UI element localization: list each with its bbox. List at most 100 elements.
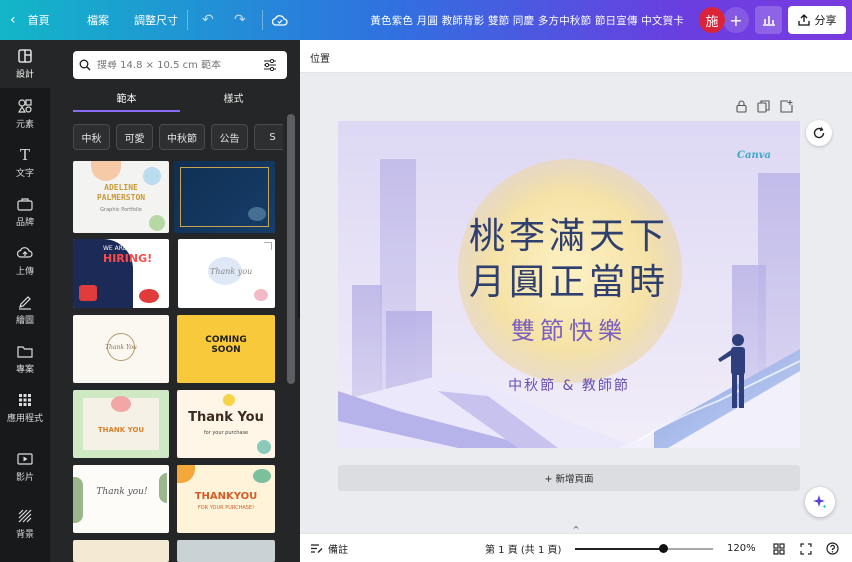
template-thumbnail[interactable]: THANK YOU: [73, 390, 169, 458]
video-icon: [17, 451, 33, 467]
headline-line-2: 月圓正當時: [468, 262, 669, 303]
search-input[interactable]: [97, 59, 257, 71]
template-thumbnail[interactable]: Thank you: [178, 239, 275, 308]
sparkle-icon: [813, 495, 827, 509]
share-upload-icon: [797, 14, 810, 26]
notes-label: 備註: [328, 545, 348, 556]
rail-label: 應用程式: [6, 414, 43, 424]
template-thumbnail[interactable]: [177, 540, 275, 562]
rail-label: 影片: [15, 473, 34, 483]
thumb-thank-you-circle: Thank You: [105, 344, 137, 351]
rail-label: 背景: [15, 530, 34, 540]
add-page-icon[interactable]: [780, 100, 793, 113]
magic-assistant-button[interactable]: [805, 487, 835, 517]
undo-icon[interactable]: ↶: [202, 0, 214, 40]
festival-line: 中秋節 & 教師節: [508, 378, 630, 394]
template-thumbnail[interactable]: [73, 540, 169, 562]
template-thumbnail[interactable]: ADELINE PALMERSTON Graphic Portfolio: [73, 161, 169, 233]
upload-icon: [17, 245, 33, 261]
zoom-slider-knob[interactable]: [659, 544, 669, 553]
rail-item-elements[interactable]: 元素: [0, 90, 50, 138]
rail-label: 品牌: [15, 218, 34, 228]
position-button[interactable]: 位置: [310, 50, 330, 65]
folder-icon: [17, 343, 33, 359]
panel-scrollbar[interactable]: [287, 114, 295, 384]
chip-mid-autumn[interactable]: 中秋: [73, 124, 110, 150]
resize-button[interactable]: 調整尺寸: [134, 0, 178, 40]
grid-view-icon[interactable]: [773, 534, 785, 562]
chip-cute[interactable]: 可愛: [116, 124, 153, 150]
chip-more[interactable]: S: [254, 124, 283, 150]
draw-icon: [17, 294, 33, 310]
duplicate-icon[interactable]: [757, 100, 770, 113]
redo-icon[interactable]: ↷: [234, 0, 246, 40]
thumb-thank-you-sub: for your purchase: [203, 430, 249, 436]
notes-button[interactable]: 備註: [310, 534, 348, 562]
rail-item-apps[interactable]: 應用程式: [0, 384, 50, 432]
template-thumbnail[interactable]: COMING SOON: [177, 315, 275, 383]
share-button[interactable]: 分享: [788, 6, 846, 34]
template-thumbnail[interactable]: WE ARE HIRING!: [73, 239, 169, 308]
refresh-icon: [813, 127, 825, 139]
rail-item-text[interactable]: T 文字: [0, 139, 50, 187]
rail-item-video[interactable]: 影片: [0, 443, 50, 491]
template-thumbnail[interactable]: Thank You: [73, 315, 169, 383]
page-indicator[interactable]: 第 1 頁 (共 1 頁): [485, 534, 561, 562]
insights-button[interactable]: [755, 6, 782, 34]
template-thumbnail[interactable]: [174, 161, 275, 233]
zoom-level[interactable]: 120%: [727, 534, 756, 562]
rail-item-uploads[interactable]: 上傳: [0, 237, 50, 285]
refresh-button[interactable]: [806, 120, 832, 146]
category-chips: 中秋 可愛 中秋節 公告 S: [73, 124, 283, 150]
thumb-adeline-sub: Graphic Portfolio: [100, 207, 142, 213]
add-page-button[interactable]: + 新增頁面: [338, 465, 800, 491]
template-thumbnail[interactable]: Thank you!: [73, 465, 169, 533]
text-icon: T: [19, 146, 30, 164]
chip-announcement[interactable]: 公告: [211, 124, 248, 150]
lock-icon[interactable]: [736, 100, 747, 113]
chip-mid-autumn-festival[interactable]: 中秋節: [159, 124, 205, 150]
toolbar-divider: [262, 10, 263, 30]
brand-icon: [17, 196, 33, 212]
tab-styles[interactable]: 樣式: [180, 90, 287, 112]
tab-templates[interactable]: 範本: [73, 90, 180, 112]
thumb-thank-you-script: Thank you: [210, 267, 253, 276]
help-icon[interactable]: [826, 534, 839, 562]
rail-item-design[interactable]: 設計: [0, 40, 50, 88]
rail-label: 上傳: [15, 267, 34, 277]
background-icon: [17, 508, 33, 524]
subtitle: 雙節快樂: [511, 317, 627, 345]
rail-label: 元素: [15, 120, 34, 130]
shapes-icon: [17, 98, 33, 114]
top-toolbar: ‹ 首頁 檔案 調整尺寸 ↶ ↷ 黃色紫色 月圓 教師背影 雙節 同慶 多方中秋…: [0, 0, 852, 40]
left-rail: 設計 元素 T 文字 品牌 上傳 繪圖 專案 應用程式 影片 背景: [0, 40, 50, 562]
bar-chart-icon: [762, 16, 775, 26]
design-title[interactable]: 黃色紫色 月圓 教師背影 雙節 同慶 多方中秋節 節日宣傳 中文賀卡: [370, 0, 684, 40]
rail-item-draw[interactable]: 繪圖: [0, 286, 50, 334]
template-thumbnail[interactable]: THANKYOU FOR YOUR PURCHASE!: [177, 465, 275, 533]
back-home-button[interactable]: ‹ 首頁: [10, 0, 50, 40]
page-tools: [736, 100, 793, 114]
rail-item-brand[interactable]: 品牌: [0, 188, 50, 236]
design-page[interactable]: Canva 桃李滿天下 月圓正當時 雙節快樂 中秋節 & 教師節: [338, 121, 800, 448]
thumb-hiring-title: HIRING!: [103, 252, 153, 265]
rail-item-projects[interactable]: 專案: [0, 335, 50, 383]
filter-icon[interactable]: [263, 59, 277, 71]
headline-line-1: 桃李滿天下: [468, 216, 669, 257]
canva-watermark: Canva: [737, 150, 771, 161]
rail-item-background[interactable]: 背景: [0, 500, 50, 548]
file-menu-button[interactable]: 檔案: [87, 0, 109, 40]
rail-label: 專案: [15, 365, 34, 375]
toolbar-divider: [187, 10, 188, 30]
search-box[interactable]: [73, 51, 287, 79]
thumb-coming-soon: COMING SOON: [205, 335, 247, 355]
cloud-save-icon[interactable]: [272, 0, 288, 40]
rail-label: 設計: [15, 70, 34, 80]
templates-panel: 範本 樣式 中秋 可愛 中秋節 公告 S ADELINE PALMERSTON …: [50, 40, 300, 562]
add-collaborator-button[interactable]: +: [723, 7, 749, 33]
fullscreen-icon[interactable]: [800, 534, 812, 562]
zoom-slider[interactable]: [575, 544, 713, 553]
template-thumbnail[interactable]: Thank You for your purchase: [177, 390, 275, 458]
avatar[interactable]: 施: [699, 7, 725, 33]
search-icon: [79, 59, 91, 71]
